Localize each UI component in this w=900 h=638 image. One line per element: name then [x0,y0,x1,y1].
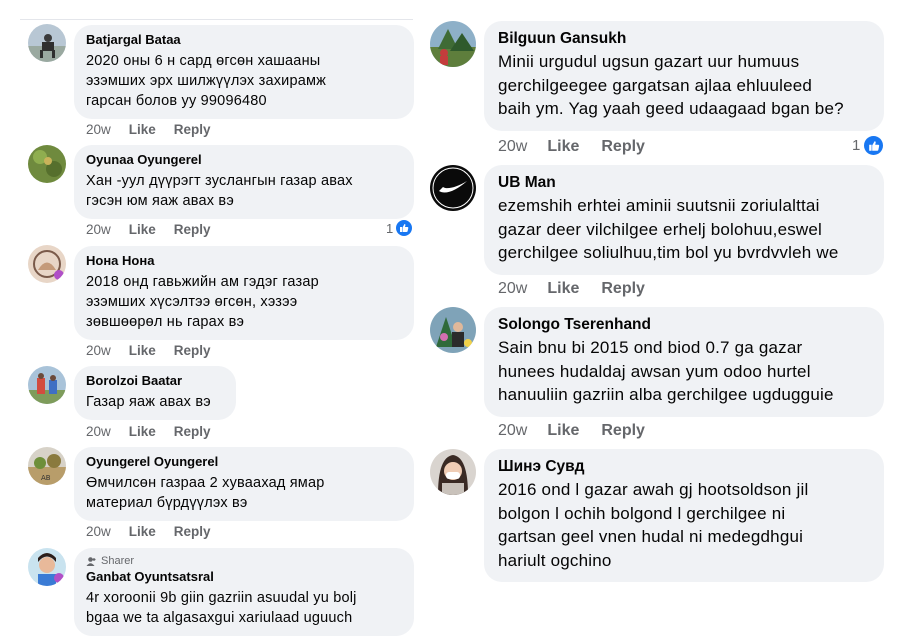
person-icon [86,556,96,566]
like-button[interactable]: Like [129,343,156,358]
comment-text: Хан -уул дүүрэгт зуслангын газар авах гэ… [86,173,353,209]
comment-bubble: Bilguun Gansukh Minii urgudul ugsun gaza… [484,21,884,131]
comment-bubble: Нона Нона 2018 онд гавьжийн ам гэдэг газ… [74,246,414,340]
like-button[interactable]: Like [129,424,156,439]
avatar[interactable] [430,21,476,67]
reply-button[interactable]: Reply [174,524,211,539]
comment-text: Өмчилсөн газраа 2 хуваахад ямар материал… [86,475,325,511]
comment-actions: 20w Like Reply [86,424,211,439]
svg-text:AB: AB [41,474,51,482]
comment-time[interactable]: 20w [86,343,111,358]
comment-text: Газар яаж авах вэ [86,394,211,410]
comment-text: ezemshih erhtei aminii suutsnii zoriulal… [498,196,839,262]
reaction-number: 1 [386,220,394,236]
comment-time[interactable]: 20w [86,222,111,237]
comment-author[interactable]: Bilguun Gansukh [498,29,870,48]
avatar[interactable] [28,145,66,183]
comment-actions: 20w Like Reply [86,524,211,539]
avatar[interactable] [430,165,476,211]
comment-bubble: UB Man ezemshih erhtei aminii suutsnii z… [484,165,884,275]
like-button[interactable]: Like [129,122,156,137]
comment-text: 2016 ond l gazar awah gj hootsoldson jil… [498,480,809,570]
comment-actions: 20w Like Reply [86,122,211,137]
comment-bubble: Oyunaa Oyungerel Хан -уул дүүрэгт зуслан… [74,145,414,219]
comment-bubble: Batjargal Bataa 2020 оны 6 н сард өгсөн … [74,25,414,119]
reply-button[interactable]: Reply [174,122,211,137]
reply-button[interactable]: Reply [601,138,645,156]
comment-text: 2018 онд гавьжийн ам гэдэг газар эзэмших… [86,274,319,330]
thumbs-up-icon [396,220,413,236]
comment-author[interactable]: Нона Нона [86,253,402,269]
avatar[interactable] [28,24,66,62]
comment-text: 4r xoroonii 9b giin gazriin asuudal yu b… [86,590,357,626]
comment-time[interactable]: 20w [498,280,527,298]
comment-bubble: Sharer Ganbat Oyuntsatsral 4r xoroonii 9… [74,548,414,636]
comment-bubble: Solongo Tserenhand Sain bnu bi 2015 ond … [484,307,884,417]
like-button[interactable]: Like [129,222,156,237]
like-button[interactable]: Like [547,138,579,156]
comment-author[interactable]: Solongo Tserenhand [498,315,870,334]
comment-time[interactable]: 20w [498,422,527,440]
reply-button[interactable]: Reply [174,424,211,439]
reaction-count[interactable]: 1 [386,220,413,236]
like-button[interactable]: Like [547,422,579,440]
avatar[interactable]: AB [28,447,66,485]
thumbs-up-icon [864,136,884,155]
comment-text: Sain bnu bi 2015 ond biod 0.7 ga gazar h… [498,338,834,404]
comment-actions: 20w Like Reply [498,138,645,156]
comment-author[interactable]: UB Man [498,173,870,192]
comment-actions: 20w Like Reply [498,422,645,440]
comment-actions: 20w Like Reply [86,343,211,358]
reply-button[interactable]: Reply [174,222,211,237]
like-button[interactable]: Like [129,524,156,539]
comment-time[interactable]: 20w [86,424,111,439]
comment-text: Minii urgudul ugsun gazart uur humuus ge… [498,52,844,118]
sharer-label: Sharer [101,555,135,567]
avatar[interactable] [28,548,66,586]
reply-button[interactable]: Reply [174,343,211,358]
comment-time[interactable]: 20w [498,138,527,156]
comment-author[interactable]: Ganbat Oyuntsatsral [86,569,402,585]
comment-time[interactable]: 20w [86,122,111,137]
comment-bubble: Шинэ Сувд 2016 ond l gazar awah gj hoots… [484,449,884,582]
avatar[interactable] [28,366,66,404]
reply-button[interactable]: Reply [601,280,645,298]
divider [20,19,413,20]
reply-button[interactable]: Reply [601,422,645,440]
comment-author[interactable]: Batjargal Bataa [86,32,402,48]
reaction-count[interactable]: 1 [852,136,884,155]
comment-text: 2020 оны 6 н сард өгсөн хашааны эзэмших … [86,53,327,109]
comment-bubble: Borolzoi Baatar Газар яаж авах вэ [74,366,236,420]
sharer-badge: Sharer [86,554,402,568]
like-button[interactable]: Like [547,280,579,298]
avatar[interactable] [430,449,476,495]
avatar[interactable] [28,245,66,283]
comment-author[interactable]: Oyunaa Oyungerel [86,152,402,168]
comment-author[interactable]: Шинэ Сувд [498,457,870,476]
comment-actions: 20w Like Reply [86,222,211,237]
comment-time[interactable]: 20w [86,524,111,539]
reaction-number: 1 [852,137,861,154]
comment-actions: 20w Like Reply [498,280,645,298]
avatar[interactable] [430,307,476,353]
comment-author[interactable]: Oyungerel Oyungerel [86,454,402,470]
comment-author[interactable]: Borolzoi Baatar [86,373,224,389]
comment-bubble: Oyungerel Oyungerel Өмчилсөн газраа 2 ху… [74,447,414,521]
